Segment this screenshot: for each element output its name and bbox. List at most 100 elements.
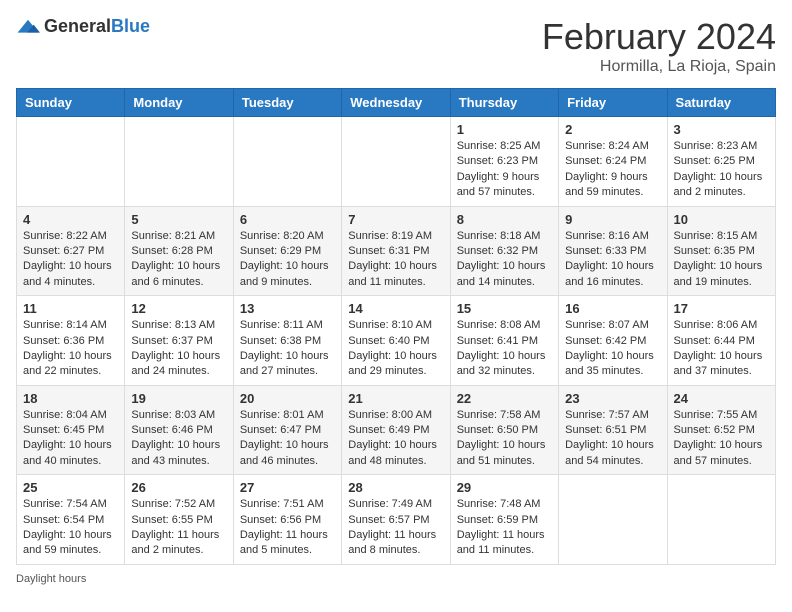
calendar-cell: 9Sunrise: 8:16 AM Sunset: 6:33 PM Daylig… [559, 206, 667, 296]
calendar-cell: 21 Sunrise: 8:00 AM Sunset: 6:49 PM Dayli… [342, 385, 450, 475]
calendar-cell: 1Sunrise: 8:25 AM Sunset: 6:23 PM Daylig… [450, 117, 558, 207]
day-info: Sunrise: 8:22 AM Sunset: 6:27 PM Dayligh… [23, 229, 118, 291]
logo-blue-text: Blue [111, 16, 150, 36]
day-number: 26 [131, 480, 226, 495]
day-info: Sunrise: 8:14 AM Sunset: 6:36 PM Dayligh… [23, 318, 118, 380]
calendar-cell: 12 Sunrise: 8:13 AM Sunset: 6:37 PM Dayli… [125, 296, 233, 386]
day-header-monday: Monday [125, 89, 233, 117]
calendar-cell: 25 Sunrise: 7:54 AM Sunset: 6:54 PM Dayli… [17, 475, 125, 565]
title-block: February 2024 Hormilla, La Rioja, Spain [542, 16, 776, 76]
day-number: 4 [23, 212, 118, 227]
day-info: Sunrise: 8:07 AM Sunset: 6:42 PM Dayligh… [565, 318, 660, 380]
day-info: Sunrise: 8:16 AM Sunset: 6:33 PM Dayligh… [565, 229, 660, 291]
calendar-cell: 4 Sunrise: 8:22 AM Sunset: 6:27 PM Daylig… [17, 206, 125, 296]
day-info: Sunrise: 7:55 AM Sunset: 6:52 PM Dayligh… [674, 408, 769, 470]
calendar-table: SundayMondayTuesdayWednesdayThursdayFrid… [16, 88, 776, 565]
day-info: Sunrise: 8:18 AM Sunset: 6:32 PM Dayligh… [457, 229, 552, 291]
calendar-cell: 29 Sunrise: 7:48 AM Sunset: 6:59 PM Dayli… [450, 475, 558, 565]
page-header: GeneralBlue February 2024 Hormilla, La R… [16, 16, 776, 76]
day-number: 7 [348, 212, 443, 227]
calendar-cell: 28 Sunrise: 7:49 AM Sunset: 6:57 PM Dayli… [342, 475, 450, 565]
day-number: 23 [565, 391, 660, 406]
calendar-cell: 8 Sunrise: 8:18 AM Sunset: 6:32 PM Daylig… [450, 206, 558, 296]
day-number: 20 [240, 391, 335, 406]
day-number: 10 [674, 212, 769, 227]
calendar-cell: 10Sunrise: 8:15 AM Sunset: 6:35 PM Dayli… [667, 206, 775, 296]
day-number: 18 [23, 391, 118, 406]
calendar-cell [17, 117, 125, 207]
day-number: 29 [457, 480, 552, 495]
day-number: 13 [240, 301, 335, 316]
calendar-cell: 11 Sunrise: 8:14 AM Sunset: 6:36 PM Dayli… [17, 296, 125, 386]
day-info: Sunrise: 8:10 AM Sunset: 6:40 PM Dayligh… [348, 318, 443, 380]
calendar-cell [233, 117, 341, 207]
day-info: Sunrise: 7:57 AM Sunset: 6:51 PM Dayligh… [565, 408, 660, 470]
day-number: 25 [23, 480, 118, 495]
logo-general-text: General [44, 16, 111, 36]
calendar-cell [342, 117, 450, 207]
calendar-cell: 7 Sunrise: 8:19 AM Sunset: 6:31 PM Daylig… [342, 206, 450, 296]
calendar-cell: 23 Sunrise: 7:57 AM Sunset: 6:51 PM Dayli… [559, 385, 667, 475]
day-number: 16 [565, 301, 660, 316]
calendar-cell: 13 Sunrise: 8:11 AM Sunset: 6:38 PM Dayli… [233, 296, 341, 386]
calendar-cell: 17 Sunrise: 8:06 AM Sunset: 6:44 PM Dayli… [667, 296, 775, 386]
calendar-cell: 19Sunrise: 8:03 AM Sunset: 6:46 PM Dayli… [125, 385, 233, 475]
logo: GeneralBlue [16, 16, 150, 37]
calendar-cell: 3 Sunrise: 8:23 AM Sunset: 6:25 PM Daylig… [667, 117, 775, 207]
day-number: 8 [457, 212, 552, 227]
day-number: 6 [240, 212, 335, 227]
calendar-cell: 18Sunrise: 8:04 AM Sunset: 6:45 PM Dayli… [17, 385, 125, 475]
calendar-cell: 16 Sunrise: 8:07 AM Sunset: 6:42 PM Dayli… [559, 296, 667, 386]
calendar-cell [559, 475, 667, 565]
day-info: Sunrise: 8:08 AM Sunset: 6:41 PM Dayligh… [457, 318, 552, 380]
day-info: Sunrise: 8:06 AM Sunset: 6:44 PM Dayligh… [674, 318, 769, 380]
day-info: Sunrise: 7:52 AM Sunset: 6:55 PM Dayligh… [131, 497, 226, 559]
calendar-cell [125, 117, 233, 207]
day-info: Sunrise: 7:58 AM Sunset: 6:50 PM Dayligh… [457, 408, 552, 470]
day-info: Sunrise: 8:13 AM Sunset: 6:37 PM Dayligh… [131, 318, 226, 380]
day-number: 11 [23, 301, 118, 316]
calendar-title: February 2024 [542, 16, 776, 58]
daylight-label: Daylight hours [16, 573, 86, 585]
day-number: 2 [565, 122, 660, 137]
day-info: Sunrise: 7:48 AM Sunset: 6:59 PM Dayligh… [457, 497, 552, 559]
day-number: 27 [240, 480, 335, 495]
calendar-week-5: 25 Sunrise: 7:54 AM Sunset: 6:54 PM Dayli… [17, 475, 776, 565]
day-info: Sunrise: 8:19 AM Sunset: 6:31 PM Dayligh… [348, 229, 443, 291]
calendar-cell: 14 Sunrise: 8:10 AM Sunset: 6:40 PM Dayli… [342, 296, 450, 386]
calendar-cell: 2Sunrise: 8:24 AM Sunset: 6:24 PM Daylig… [559, 117, 667, 207]
day-info: Sunrise: 8:11 AM Sunset: 6:38 PM Dayligh… [240, 318, 335, 380]
day-number: 19 [131, 391, 226, 406]
calendar-cell: 20Sunrise: 8:01 AM Sunset: 6:47 PM Dayli… [233, 385, 341, 475]
calendar-week-2: 4 Sunrise: 8:22 AM Sunset: 6:27 PM Daylig… [17, 206, 776, 296]
day-header-tuesday: Tuesday [233, 89, 341, 117]
calendar-week-3: 11 Sunrise: 8:14 AM Sunset: 6:36 PM Dayli… [17, 296, 776, 386]
calendar-week-4: 18Sunrise: 8:04 AM Sunset: 6:45 PM Dayli… [17, 385, 776, 475]
calendar-cell: 24Sunrise: 7:55 AM Sunset: 6:52 PM Dayli… [667, 385, 775, 475]
day-info: Sunrise: 7:49 AM Sunset: 6:57 PM Dayligh… [348, 497, 443, 559]
day-header-saturday: Saturday [667, 89, 775, 117]
day-number: 17 [674, 301, 769, 316]
footer: Daylight hours [16, 573, 776, 585]
day-info: Sunrise: 7:51 AM Sunset: 6:56 PM Dayligh… [240, 497, 335, 559]
day-header-thursday: Thursday [450, 89, 558, 117]
calendar-week-1: 1Sunrise: 8:25 AM Sunset: 6:23 PM Daylig… [17, 117, 776, 207]
calendar-cell: 6 Sunrise: 8:20 AM Sunset: 6:29 PM Daylig… [233, 206, 341, 296]
day-header-friday: Friday [559, 89, 667, 117]
day-info: Sunrise: 8:23 AM Sunset: 6:25 PM Dayligh… [674, 139, 769, 201]
logo-icon [16, 18, 40, 36]
day-number: 14 [348, 301, 443, 316]
day-number: 21 [348, 391, 443, 406]
day-number: 12 [131, 301, 226, 316]
day-number: 3 [674, 122, 769, 137]
day-number: 5 [131, 212, 226, 227]
day-info: Sunrise: 8:00 AM Sunset: 6:49 PM Dayligh… [348, 408, 443, 470]
day-info: Sunrise: 8:20 AM Sunset: 6:29 PM Dayligh… [240, 229, 335, 291]
day-number: 28 [348, 480, 443, 495]
calendar-cell: 5Sunrise: 8:21 AM Sunset: 6:28 PM Daylig… [125, 206, 233, 296]
day-info: Sunrise: 7:54 AM Sunset: 6:54 PM Dayligh… [23, 497, 118, 559]
calendar-cell: 15Sunrise: 8:08 AM Sunset: 6:41 PM Dayli… [450, 296, 558, 386]
day-header-sunday: Sunday [17, 89, 125, 117]
calendar-cell: 27 Sunrise: 7:51 AM Sunset: 6:56 PM Dayli… [233, 475, 341, 565]
day-number: 1 [457, 122, 552, 137]
